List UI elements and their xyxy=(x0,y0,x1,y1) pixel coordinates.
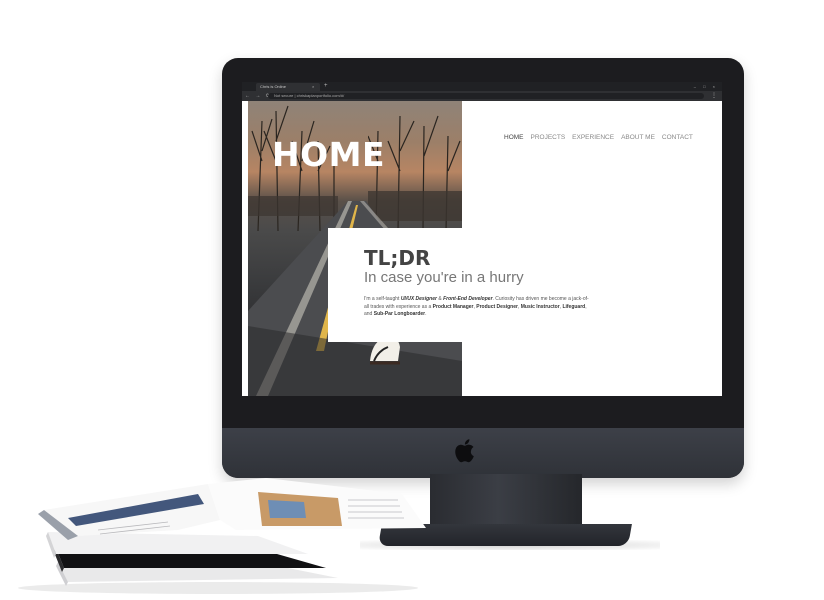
tldr-subtitle: In case you're in a hurry xyxy=(364,269,524,286)
tldr-title: TL;DR xyxy=(364,246,431,270)
close-icon[interactable]: × xyxy=(312,83,314,91)
window-controls[interactable]: – □ × xyxy=(694,82,718,91)
browser-tab-bar: Chris is Online × + – □ × xyxy=(242,82,722,91)
nav-about-me[interactable]: ABOUT ME xyxy=(621,133,655,143)
menu-dots-icon[interactable]: ⋮ xyxy=(711,91,717,101)
page-title: HOME xyxy=(272,135,386,174)
address-bar[interactable]: Not secure | chriskaplanportfolio.com/#/ xyxy=(268,93,704,99)
nav-projects[interactable]: PROJECTS xyxy=(531,133,566,143)
address-text: Not secure | chriskaplanportfolio.com/#/ xyxy=(274,93,345,98)
tab-title: Chris is Online xyxy=(260,84,287,89)
browser-toolbar: ← → ⟳ Not secure | chriskaplanportfolio.… xyxy=(242,91,722,101)
nav-contact[interactable]: CONTACT xyxy=(662,133,693,143)
apple-logo-icon xyxy=(455,439,474,463)
imac-monitor: Chris is Online × + – □ × ← → ⟳ Not secu… xyxy=(222,58,744,478)
nav-home[interactable]: HOME xyxy=(504,133,524,143)
monitor-stand-neck xyxy=(430,474,582,528)
tldr-body: I'm a self-taught UI/UX Designer & Front… xyxy=(364,296,589,318)
site-nav: HOME PROJECTS EXPERIENCE ABOUT ME CONTAC… xyxy=(504,133,693,143)
magazine-stack-image xyxy=(18,478,426,594)
monitor-screen: Chris is Online × + – □ × ← → ⟳ Not secu… xyxy=(242,82,722,396)
tldr-card: TL;DR In case you're in a hurry I'm a se… xyxy=(328,228,590,342)
plus-icon[interactable]: + xyxy=(324,82,328,91)
webpage: HOME HOME PROJECTS EXPERIENCE ABOUT ME C… xyxy=(242,101,722,396)
nav-experience[interactable]: EXPERIENCE xyxy=(572,133,614,143)
browser-tab[interactable]: Chris is Online × xyxy=(256,83,320,91)
